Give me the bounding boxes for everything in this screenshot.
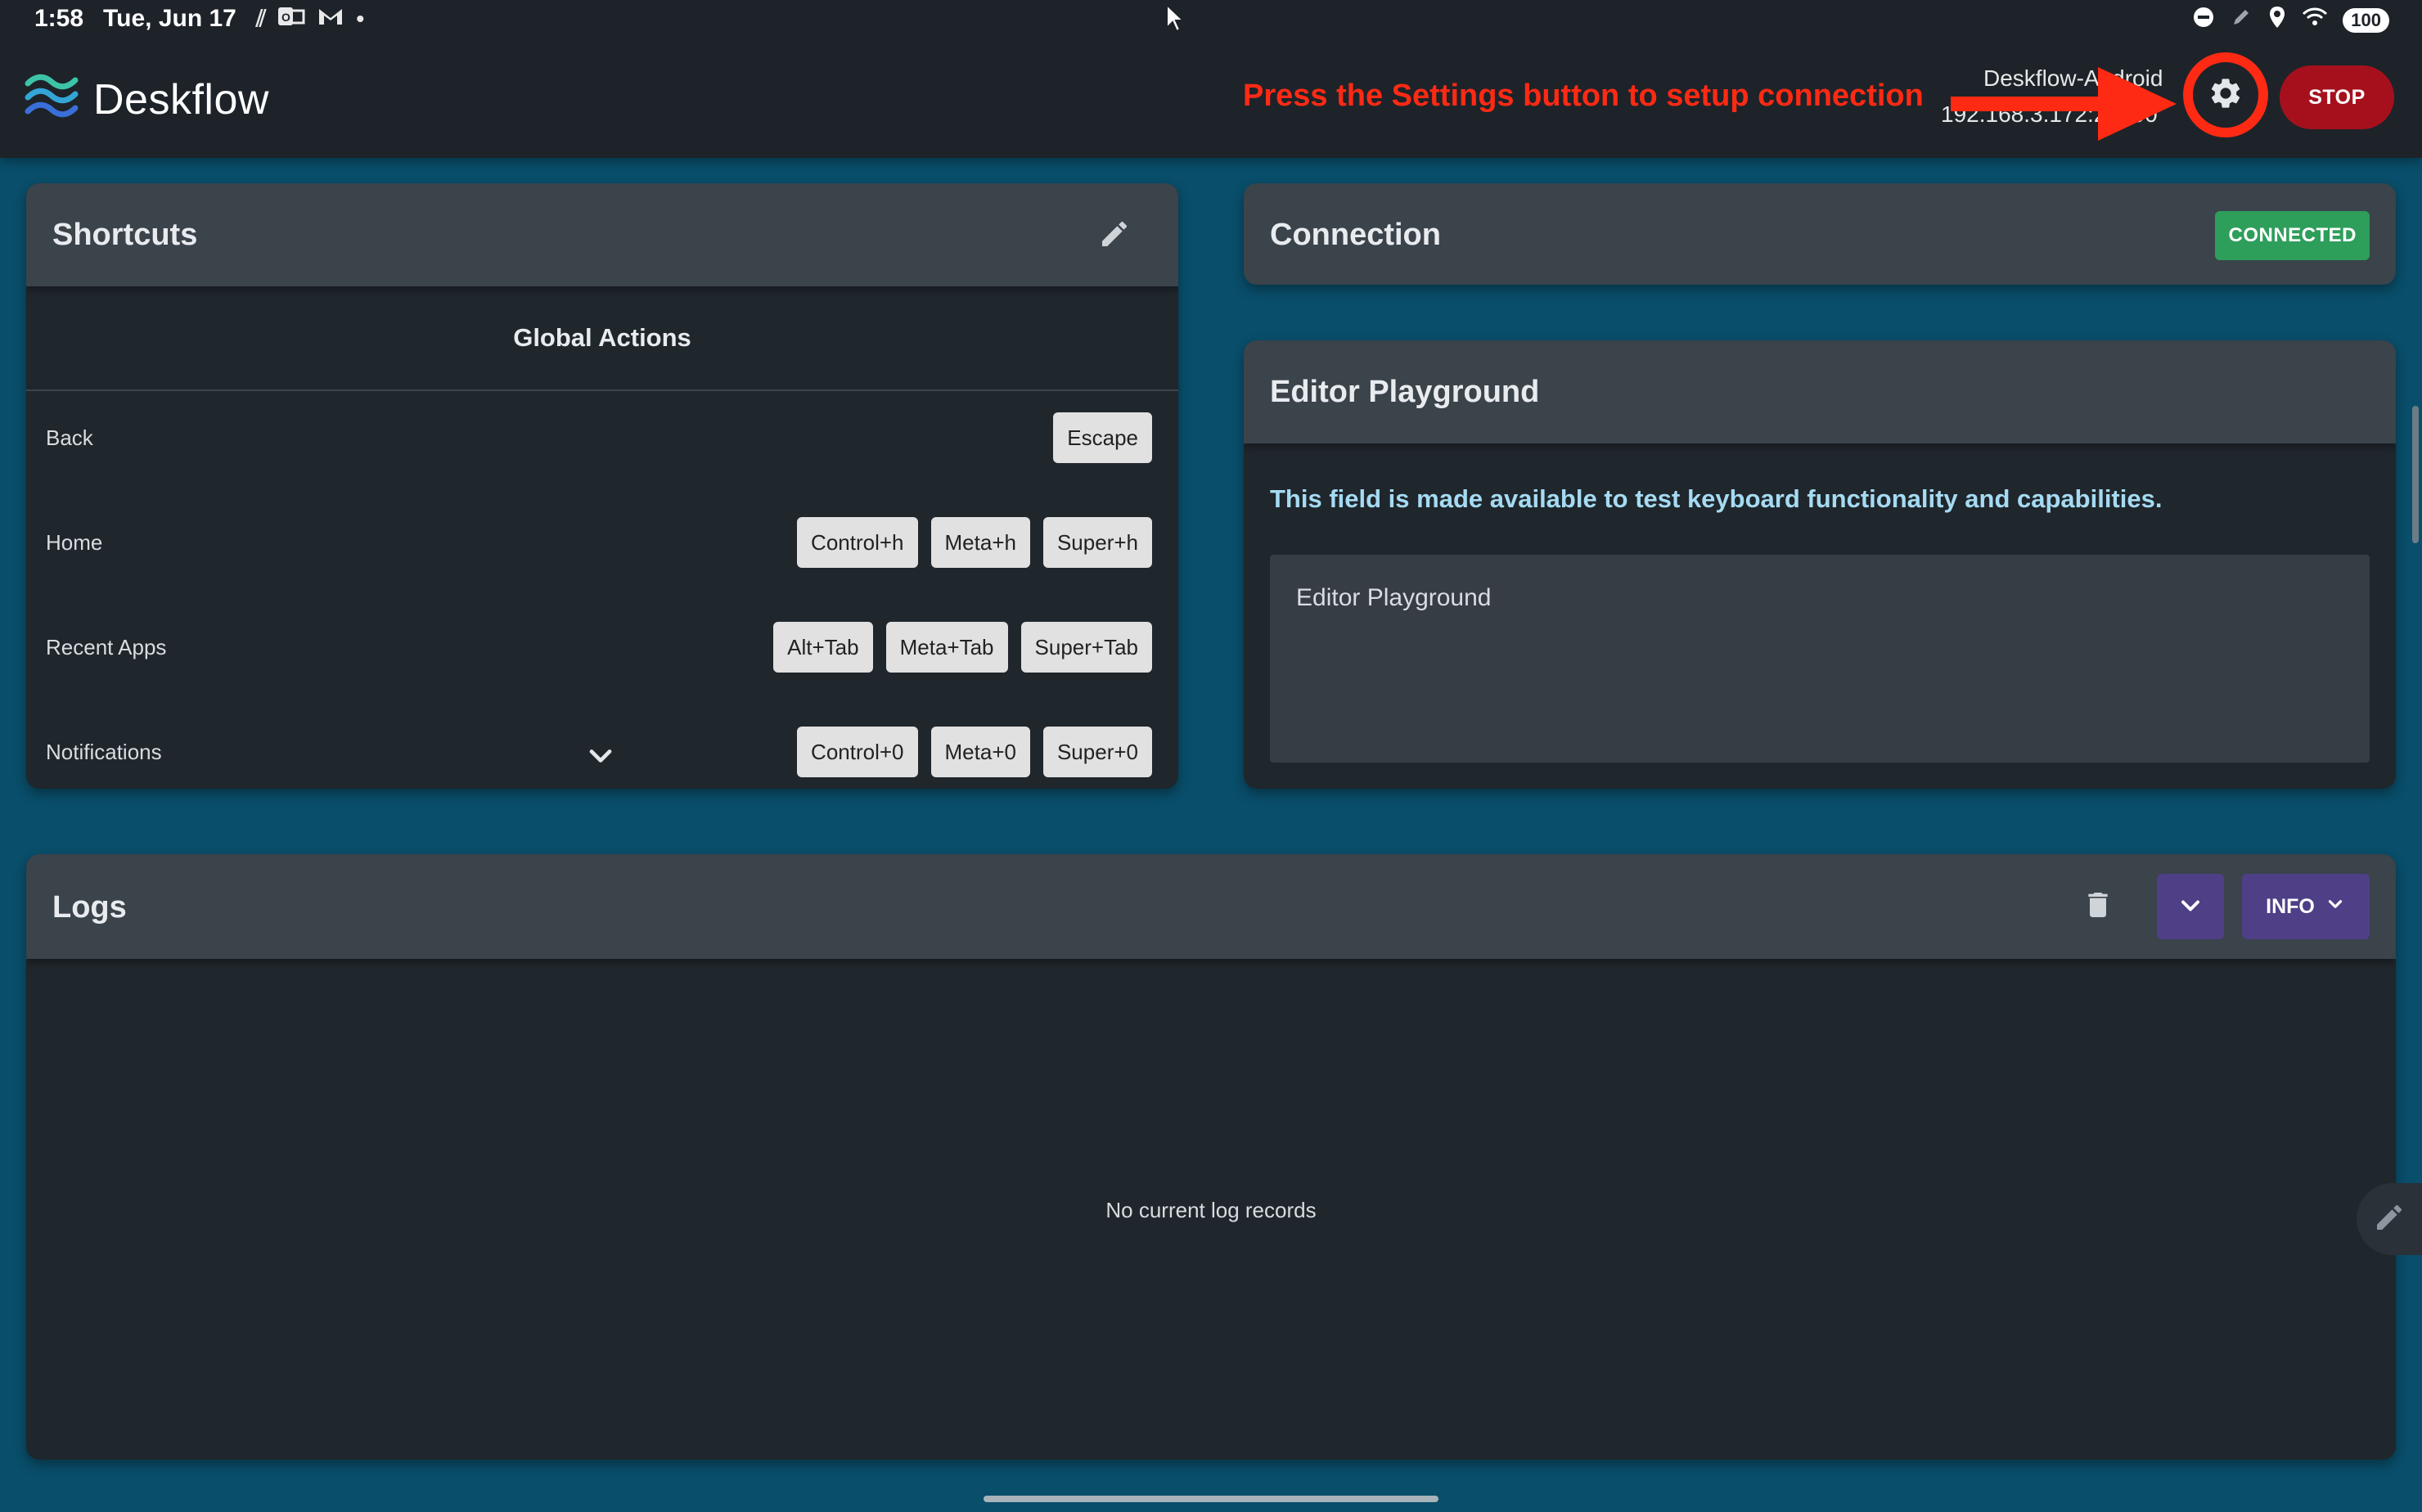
connection-title: Connection xyxy=(1270,218,1441,252)
key-chip[interactable]: Alt+Tab xyxy=(773,622,873,673)
signal-lines-icon: ⫽ xyxy=(255,5,267,31)
notification-icons: ⫽ O • xyxy=(256,6,364,33)
key-chip[interactable]: Super+h xyxy=(1042,517,1152,568)
gear-icon xyxy=(2208,75,2244,115)
connection-status-badge: CONNECTED xyxy=(2215,211,2370,260)
outlook-icon: O xyxy=(277,6,305,33)
logs-header: Logs INFO xyxy=(26,854,2396,959)
do-not-disturb-icon xyxy=(2192,6,2215,34)
status-time: 1:58 xyxy=(34,5,84,32)
key-chip[interactable]: Meta+0 xyxy=(930,727,1030,777)
mouse-cursor-icon xyxy=(1165,2,1186,37)
status-date: Tue, Jun 17 xyxy=(103,5,236,32)
location-icon xyxy=(2267,5,2287,35)
svg-text:O: O xyxy=(281,11,290,24)
edit-shortcuts-button[interactable] xyxy=(1095,216,1134,255)
editor-playground-card: Editor Playground This field is made ava… xyxy=(1244,340,2396,789)
global-actions-heading: Global Actions xyxy=(26,286,1178,391)
shortcut-row-recent-apps: Recent Apps Alt+Tab Meta+Tab Super+Tab xyxy=(26,622,1178,681)
editor-header: Editor Playground xyxy=(1244,340,2396,443)
system-icons: 100 xyxy=(2192,5,2389,35)
deskflow-logo-icon xyxy=(25,70,79,128)
key-chip[interactable]: Escape xyxy=(1053,412,1152,463)
shortcut-label: Home xyxy=(46,530,103,555)
annotation-arrow-icon xyxy=(1951,64,2180,150)
editor-description: This field is made available to test key… xyxy=(1270,484,2163,513)
app-name: Deskflow xyxy=(93,75,269,124)
settings-hint-annotation: Press the Settings button to setup conne… xyxy=(1243,79,1924,113)
status-bar: 1:58 Tue, Jun 17 ⫽ O • xyxy=(34,5,364,33)
battery-indicator: 100 xyxy=(2343,7,2389,33)
pen-icon xyxy=(2230,6,2253,34)
connection-card: Connection CONNECTED xyxy=(1244,183,2396,285)
shortcut-keys: Control+h Meta+h Super+h xyxy=(797,517,1152,568)
logs-card: Logs INFO No current log records xyxy=(26,854,2396,1460)
key-chip[interactable]: Meta+Tab xyxy=(885,622,1008,673)
trash-icon xyxy=(2082,893,2114,926)
key-chip[interactable]: Super+0 xyxy=(1042,727,1152,777)
shortcuts-title: Shortcuts xyxy=(52,218,198,252)
home-indicator[interactable] xyxy=(984,1496,1438,1502)
key-chip[interactable]: Control+h xyxy=(797,517,918,568)
pencil-icon xyxy=(1098,218,1131,254)
shortcut-label: Notifications xyxy=(46,740,162,764)
editor-playground-input[interactable] xyxy=(1270,555,2370,763)
collapse-logs-button[interactable] xyxy=(2157,874,2224,939)
chevron-down-icon xyxy=(583,749,619,777)
log-level-dropdown[interactable]: INFO xyxy=(2242,874,2370,939)
stop-button[interactable]: STOP xyxy=(2280,65,2394,129)
shortcuts-header: Shortcuts xyxy=(26,183,1178,286)
floating-edit-button[interactable] xyxy=(2357,1183,2422,1255)
settings-button[interactable] xyxy=(2183,52,2268,137)
shortcut-keys: Escape xyxy=(1053,412,1152,463)
gmail-icon xyxy=(317,6,344,33)
shortcut-label: Recent Apps xyxy=(46,635,167,659)
editor-title: Editor Playground xyxy=(1270,375,1540,409)
shortcut-label: Back xyxy=(46,425,93,450)
chevron-down-icon xyxy=(2325,893,2346,920)
shortcut-keys: Alt+Tab Meta+Tab Super+Tab xyxy=(773,622,1152,673)
chevron-down-icon xyxy=(2176,891,2205,923)
key-chip[interactable]: Super+Tab xyxy=(1020,622,1152,673)
pencil-icon xyxy=(2373,1201,2406,1238)
shortcut-row-home: Home Control+h Meta+h Super+h xyxy=(26,517,1178,576)
clear-logs-button[interactable] xyxy=(2082,887,2114,927)
app-screen: 1:58 Tue, Jun 17 ⫽ O • 100 Deskflow Pres… xyxy=(0,0,2422,1512)
shortcut-keys: Control+0 Meta+0 Super+0 xyxy=(797,727,1152,777)
app-header: 1:58 Tue, Jun 17 ⫽ O • 100 Deskflow Pres… xyxy=(0,0,2422,158)
expand-shortcuts-button[interactable] xyxy=(583,738,619,778)
app-logo: Deskflow xyxy=(25,70,269,128)
key-chip[interactable]: Meta+h xyxy=(930,517,1030,568)
scrollbar[interactable] xyxy=(2412,406,2419,543)
shortcuts-card: Shortcuts Global Actions Back Escape Hom… xyxy=(26,183,1178,789)
shortcut-row-back: Back Escape xyxy=(26,412,1178,471)
more-notifications-icon: • xyxy=(356,6,365,31)
wifi-icon xyxy=(2302,7,2328,34)
logs-title: Logs xyxy=(52,890,127,925)
key-chip[interactable]: Control+0 xyxy=(797,727,918,777)
log-level-value: INFO xyxy=(2266,894,2315,918)
empty-logs-message: No current log records xyxy=(1105,1198,1317,1222)
